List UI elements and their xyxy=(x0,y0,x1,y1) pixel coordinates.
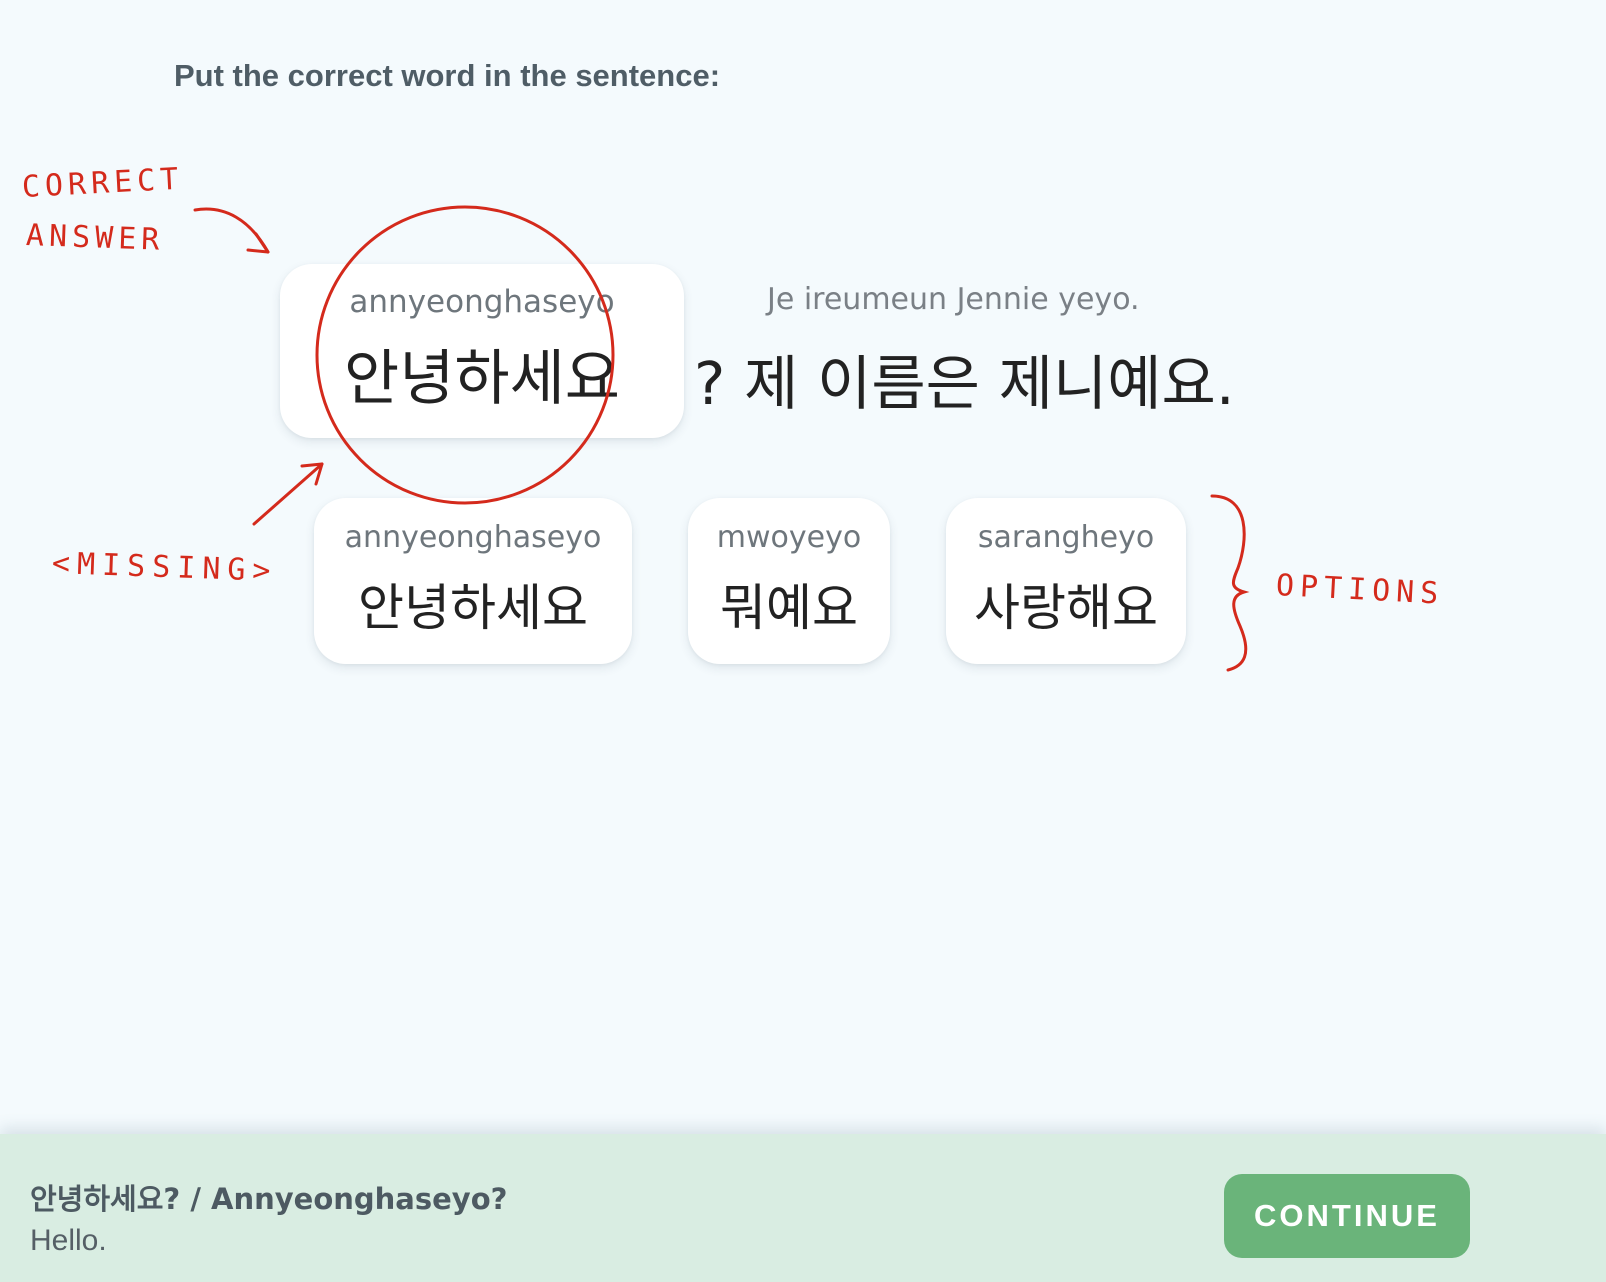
continue-button[interactable]: CONTINUE xyxy=(1224,1174,1470,1258)
annotation-brace xyxy=(1210,494,1250,672)
exercise-instruction: Put the correct word in the sentence: xyxy=(174,58,721,93)
answer-slot-card[interactable]: annyeonghaseyo 안녕하세요 xyxy=(280,264,684,438)
option-card-annyeonghaseyo[interactable]: annyeonghaseyo 안녕하세요 xyxy=(314,498,632,664)
annotation-options-label: OPTIONS xyxy=(1275,568,1446,612)
option-card-mwoyeyo[interactable]: mwoyeyo 뭐예요 xyxy=(688,498,890,664)
feedback-title: 안녕하세요? / Annyeonghaseyo? xyxy=(30,1182,508,1216)
sentence-korean: ? 제 이름은 제니예요. xyxy=(694,349,1235,418)
annotation-missing-label: <MISSING> xyxy=(51,546,279,589)
option-korean: 사랑해요 xyxy=(974,579,1158,637)
option-card-sarangheyo[interactable]: sarangheyo 사랑해요 xyxy=(946,498,1186,664)
annotation-correct-label: CORRECT xyxy=(21,161,185,205)
feedback-bar: 안녕하세요? / Annyeonghaseyo? Hello. CONTINUE xyxy=(0,1134,1606,1282)
answer-slot-romanization: annyeonghaseyo xyxy=(349,284,615,320)
option-romanization: sarangheyo xyxy=(977,520,1155,555)
annotation-arrow-missing xyxy=(252,462,324,526)
feedback-translation: Hello. xyxy=(30,1224,107,1257)
option-romanization: mwoyeyo xyxy=(716,520,862,555)
option-romanization: annyeonghaseyo xyxy=(344,520,602,555)
answer-slot-korean: 안녕하세요 xyxy=(344,344,620,414)
annotation-answer-label: ANSWER xyxy=(25,218,165,258)
annotation-arrowhead-correct xyxy=(246,232,270,254)
option-korean: 뭐예요 xyxy=(720,579,858,637)
option-korean: 안녕하세요 xyxy=(358,579,588,637)
sentence-romanization: Je ireumeun Jennie yeyo. xyxy=(767,282,1140,317)
annotation-arrow-correct xyxy=(193,207,270,254)
annotation-arrowhead-missing xyxy=(300,462,324,486)
